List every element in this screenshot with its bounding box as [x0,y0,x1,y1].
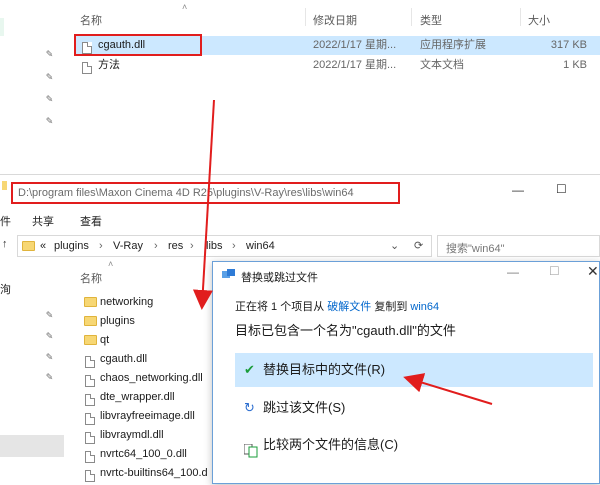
arrow-to-dialog [192,99,215,310]
annotation-arrows [192,99,493,405]
arrow-to-replace [403,373,493,405]
